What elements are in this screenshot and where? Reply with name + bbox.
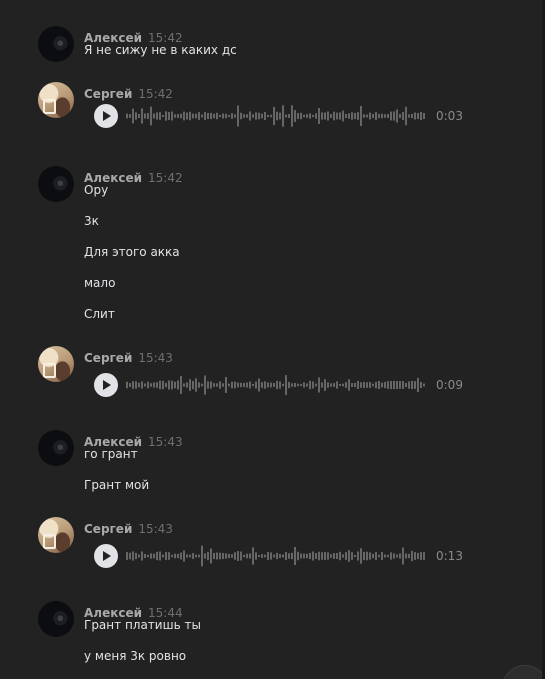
chat-history[interactable]: Алексей 15:42 Я не сижу не в каких дс Сер…	[0, 0, 542, 679]
play-icon[interactable]	[94, 104, 118, 128]
message-time: 15:43	[138, 351, 173, 365]
message-text: Грант мой	[84, 478, 150, 492]
voice-waveform[interactable]	[126, 544, 426, 568]
voice-waveform[interactable]	[126, 373, 426, 397]
voice-duration: 0:03	[436, 109, 463, 123]
voice-message: 0:13	[94, 544, 474, 568]
voice-message: 0:03	[94, 104, 474, 128]
message-time: 15:42	[148, 171, 183, 185]
message-text: Ору	[84, 183, 109, 197]
message-text: мало	[84, 276, 116, 290]
avatar[interactable]	[38, 601, 74, 637]
avatar[interactable]	[38, 26, 74, 62]
message-text: 3к	[84, 214, 99, 228]
message-text: Я не сижу не в каких дс	[84, 43, 237, 57]
voice-duration: 0:13	[436, 549, 463, 563]
message-header: Сергей 15:42	[84, 83, 173, 102]
author-name[interactable]: Сергей	[84, 87, 132, 101]
message-text: Слит	[84, 307, 115, 321]
author-name[interactable]: Сергей	[84, 522, 132, 536]
message-header: Сергей 15:43	[84, 347, 173, 366]
avatar[interactable]	[38, 430, 74, 466]
message-time: 15:43	[138, 522, 173, 536]
author-name[interactable]: Сергей	[84, 351, 132, 365]
voice-waveform[interactable]	[126, 104, 426, 128]
arrow-down-icon[interactable]	[502, 665, 542, 679]
message-time: 15:42	[138, 87, 173, 101]
avatar[interactable]	[38, 166, 74, 202]
avatar[interactable]	[38, 517, 74, 553]
message-text: у меня 3к ровно	[84, 649, 187, 663]
avatar[interactable]	[38, 346, 74, 382]
message-text: Для этого акка	[84, 245, 180, 259]
message-text: го грант	[84, 447, 138, 461]
play-icon[interactable]	[94, 373, 118, 397]
message-header: Сергей 15:43	[84, 518, 173, 537]
voice-duration: 0:09	[436, 378, 463, 392]
message-time: 15:43	[148, 435, 183, 449]
message-text: Грант платишь ты	[84, 618, 201, 632]
avatar[interactable]	[38, 82, 74, 118]
voice-message: 0:09	[94, 373, 474, 397]
play-icon[interactable]	[94, 544, 118, 568]
